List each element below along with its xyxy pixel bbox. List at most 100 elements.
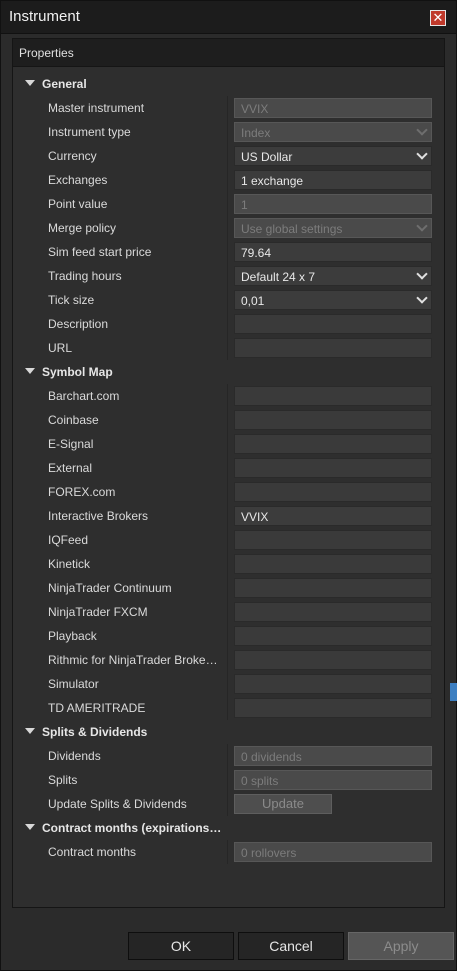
column-divider[interactable] (227, 552, 228, 576)
property-field[interactable]: 0 splits (234, 770, 432, 790)
cancel-button[interactable]: Cancel (238, 932, 344, 960)
property-value: VVIX (241, 102, 269, 116)
property-field[interactable]: 79.64 (234, 242, 432, 262)
property-label: Tick size (48, 293, 95, 307)
property-row: Coinbase (13, 408, 444, 432)
column-divider[interactable] (227, 624, 228, 648)
property-field[interactable] (234, 434, 432, 454)
category-label: Symbol Map (42, 365, 113, 379)
column-divider[interactable] (227, 384, 228, 408)
expand-triangle-icon[interactable] (25, 368, 35, 374)
column-divider[interactable] (227, 312, 228, 336)
property-row: Sim feed start price 79.64 (13, 240, 444, 264)
update-button[interactable]: Update (234, 794, 332, 814)
column-divider[interactable] (227, 408, 228, 432)
chevron-down-icon[interactable] (416, 124, 428, 136)
apply-button[interactable]: Apply (348, 932, 454, 960)
column-divider[interactable] (227, 144, 228, 168)
property-label: Kinetick (48, 557, 91, 571)
property-field[interactable] (234, 602, 432, 622)
property-value: 1 (241, 198, 248, 212)
property-field[interactable] (234, 530, 432, 550)
property-label: IQFeed (48, 533, 89, 547)
property-field[interactable] (234, 554, 432, 574)
column-divider[interactable] (227, 168, 228, 192)
column-divider[interactable] (227, 240, 228, 264)
property-field[interactable] (234, 674, 432, 694)
property-field[interactable]: 1 exchange (234, 170, 432, 190)
property-row: E-Signal (13, 432, 444, 456)
category-row[interactable]: Symbol Map (13, 360, 444, 384)
property-row: Instrument type Index (13, 120, 444, 144)
property-row: Splits 0 splits (13, 768, 444, 792)
column-divider[interactable] (227, 504, 228, 528)
property-field[interactable]: VVIX (234, 98, 432, 118)
column-divider[interactable] (227, 768, 228, 792)
property-label: Sim feed start price (48, 245, 152, 259)
property-label: NinjaTrader FXCM (48, 605, 148, 619)
column-divider[interactable] (227, 216, 228, 240)
property-field[interactable] (234, 698, 432, 718)
property-dropdown[interactable]: Use global settings (234, 218, 432, 238)
expand-triangle-icon[interactable] (25, 728, 35, 734)
property-label: Rithmic for NinjaTrader Broke… (48, 653, 218, 667)
chevron-down-icon[interactable] (416, 148, 428, 160)
property-dropdown[interactable]: Index (234, 122, 432, 142)
column-divider[interactable] (227, 264, 228, 288)
category-row[interactable]: Contract months (expirations… (13, 816, 444, 840)
column-divider[interactable] (227, 456, 228, 480)
property-value: 0 splits (241, 774, 279, 788)
property-field[interactable] (234, 338, 432, 358)
column-divider[interactable] (227, 528, 228, 552)
ok-button[interactable]: OK (128, 932, 234, 960)
property-value: 0 rollovers (241, 846, 297, 860)
property-field[interactable]: 0 dividends (234, 746, 432, 766)
property-field[interactable] (234, 482, 432, 502)
column-divider[interactable] (227, 744, 228, 768)
column-divider[interactable] (227, 96, 228, 120)
property-row: FOREX.com (13, 480, 444, 504)
property-row: Barchart.com (13, 384, 444, 408)
title-bar[interactable]: Instrument ✕ (1, 1, 456, 34)
property-field[interactable] (234, 410, 432, 430)
property-label: FOREX.com (48, 485, 116, 499)
property-field[interactable] (234, 458, 432, 478)
chevron-down-icon[interactable] (416, 292, 428, 304)
property-value: Use global settings (241, 222, 343, 236)
property-row: URL (13, 336, 444, 360)
column-divider[interactable] (227, 576, 228, 600)
column-divider[interactable] (227, 432, 228, 456)
property-field[interactable] (234, 386, 432, 406)
property-row: Point value 1 (13, 192, 444, 216)
category-row[interactable]: Splits & Dividends (13, 720, 444, 744)
column-divider[interactable] (227, 120, 228, 144)
property-field[interactable] (234, 578, 432, 598)
expand-triangle-icon[interactable] (25, 80, 35, 86)
column-divider[interactable] (227, 600, 228, 624)
column-divider[interactable] (227, 792, 228, 816)
property-field[interactable] (234, 626, 432, 646)
property-dropdown[interactable]: US Dollar (234, 146, 432, 166)
column-divider[interactable] (227, 288, 228, 312)
column-divider[interactable] (227, 648, 228, 672)
column-divider[interactable] (227, 672, 228, 696)
property-field[interactable]: 1 (234, 194, 432, 214)
property-field[interactable] (234, 314, 432, 334)
column-divider[interactable] (227, 336, 228, 360)
expand-triangle-icon[interactable] (25, 824, 35, 830)
column-divider[interactable] (227, 696, 228, 720)
property-dropdown[interactable]: Default 24 x 7 (234, 266, 432, 286)
window-title: Instrument (9, 8, 80, 25)
property-dropdown[interactable]: 0,01 (234, 290, 432, 310)
property-field[interactable]: 0 rollovers (234, 842, 432, 862)
close-icon[interactable]: ✕ (430, 10, 446, 26)
property-field[interactable]: VVIX (234, 506, 432, 526)
property-field[interactable] (234, 650, 432, 670)
chevron-down-icon[interactable] (416, 220, 428, 232)
column-divider[interactable] (227, 192, 228, 216)
property-label: Update Splits & Dividends (48, 797, 187, 811)
column-divider[interactable] (227, 480, 228, 504)
chevron-down-icon[interactable] (416, 268, 428, 280)
column-divider[interactable] (227, 840, 228, 864)
category-row[interactable]: General (13, 72, 444, 96)
